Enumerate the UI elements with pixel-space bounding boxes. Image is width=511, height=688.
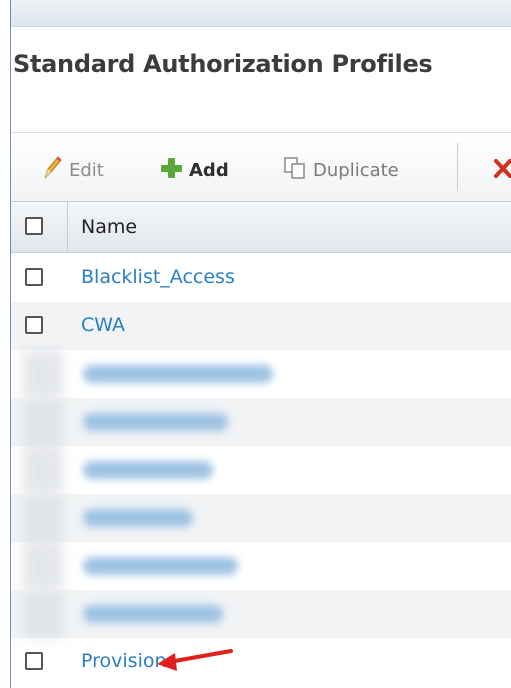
authorization-profiles-panel: Standard Authorization Profiles Edit Add: [10, 0, 511, 688]
redacted-checkbox-area: [23, 494, 63, 542]
table-row-redacted: [11, 542, 511, 590]
toolbar: Edit Add Duplicate: [11, 132, 511, 202]
redacted-profile-name: [83, 365, 273, 383]
table-row: Provision: [11, 638, 511, 686]
x-icon: [493, 157, 511, 184]
redacted-profile-name: [83, 461, 213, 479]
add-button[interactable]: Add: [159, 155, 229, 185]
table-row-redacted: [11, 398, 511, 446]
toolbar-separator: [457, 143, 458, 191]
duplicate-label: Duplicate: [313, 159, 399, 181]
table-row-redacted: [11, 590, 511, 638]
annotation-arrow-icon: [151, 638, 241, 682]
page-title: Standard Authorization Profiles: [13, 50, 433, 78]
column-divider: [67, 202, 68, 252]
edit-label: Edit: [69, 159, 104, 181]
duplicate-button[interactable]: Duplicate: [283, 155, 399, 185]
row-checkbox[interactable]: [25, 652, 43, 670]
profile-link[interactable]: Blacklist_Access: [81, 266, 235, 288]
table-row-redacted: [11, 446, 511, 494]
redacted-profile-name: [83, 413, 228, 431]
row-checkbox[interactable]: [25, 268, 43, 286]
pencil-icon: [41, 155, 63, 186]
redacted-profile-name: [83, 605, 223, 623]
profile-link[interactable]: CWA: [81, 314, 125, 336]
table-row-redacted: [11, 350, 511, 398]
table-header: Name: [11, 202, 511, 253]
row-checkbox[interactable]: [25, 316, 43, 334]
duplicate-icon: [283, 156, 307, 185]
table-row-redacted: [11, 494, 511, 542]
column-header-name[interactable]: Name: [81, 216, 137, 238]
edit-button[interactable]: Edit: [41, 155, 104, 185]
table-row: CWA: [11, 302, 511, 350]
redacted-profile-name: [83, 509, 193, 527]
redacted-checkbox-area: [23, 590, 63, 638]
select-all-checkbox[interactable]: [25, 217, 43, 235]
redacted-profile-name: [83, 557, 238, 575]
redacted-checkbox-area: [23, 446, 63, 494]
top-strip: [11, 0, 511, 27]
delete-button[interactable]: [493, 155, 511, 185]
redacted-checkbox-area: [23, 398, 63, 446]
redacted-checkbox-area: [23, 542, 63, 590]
redacted-checkbox-area: [23, 350, 63, 398]
add-label: Add: [189, 159, 229, 181]
plus-icon: [159, 156, 183, 185]
table-row: Blacklist_Access: [11, 254, 511, 302]
